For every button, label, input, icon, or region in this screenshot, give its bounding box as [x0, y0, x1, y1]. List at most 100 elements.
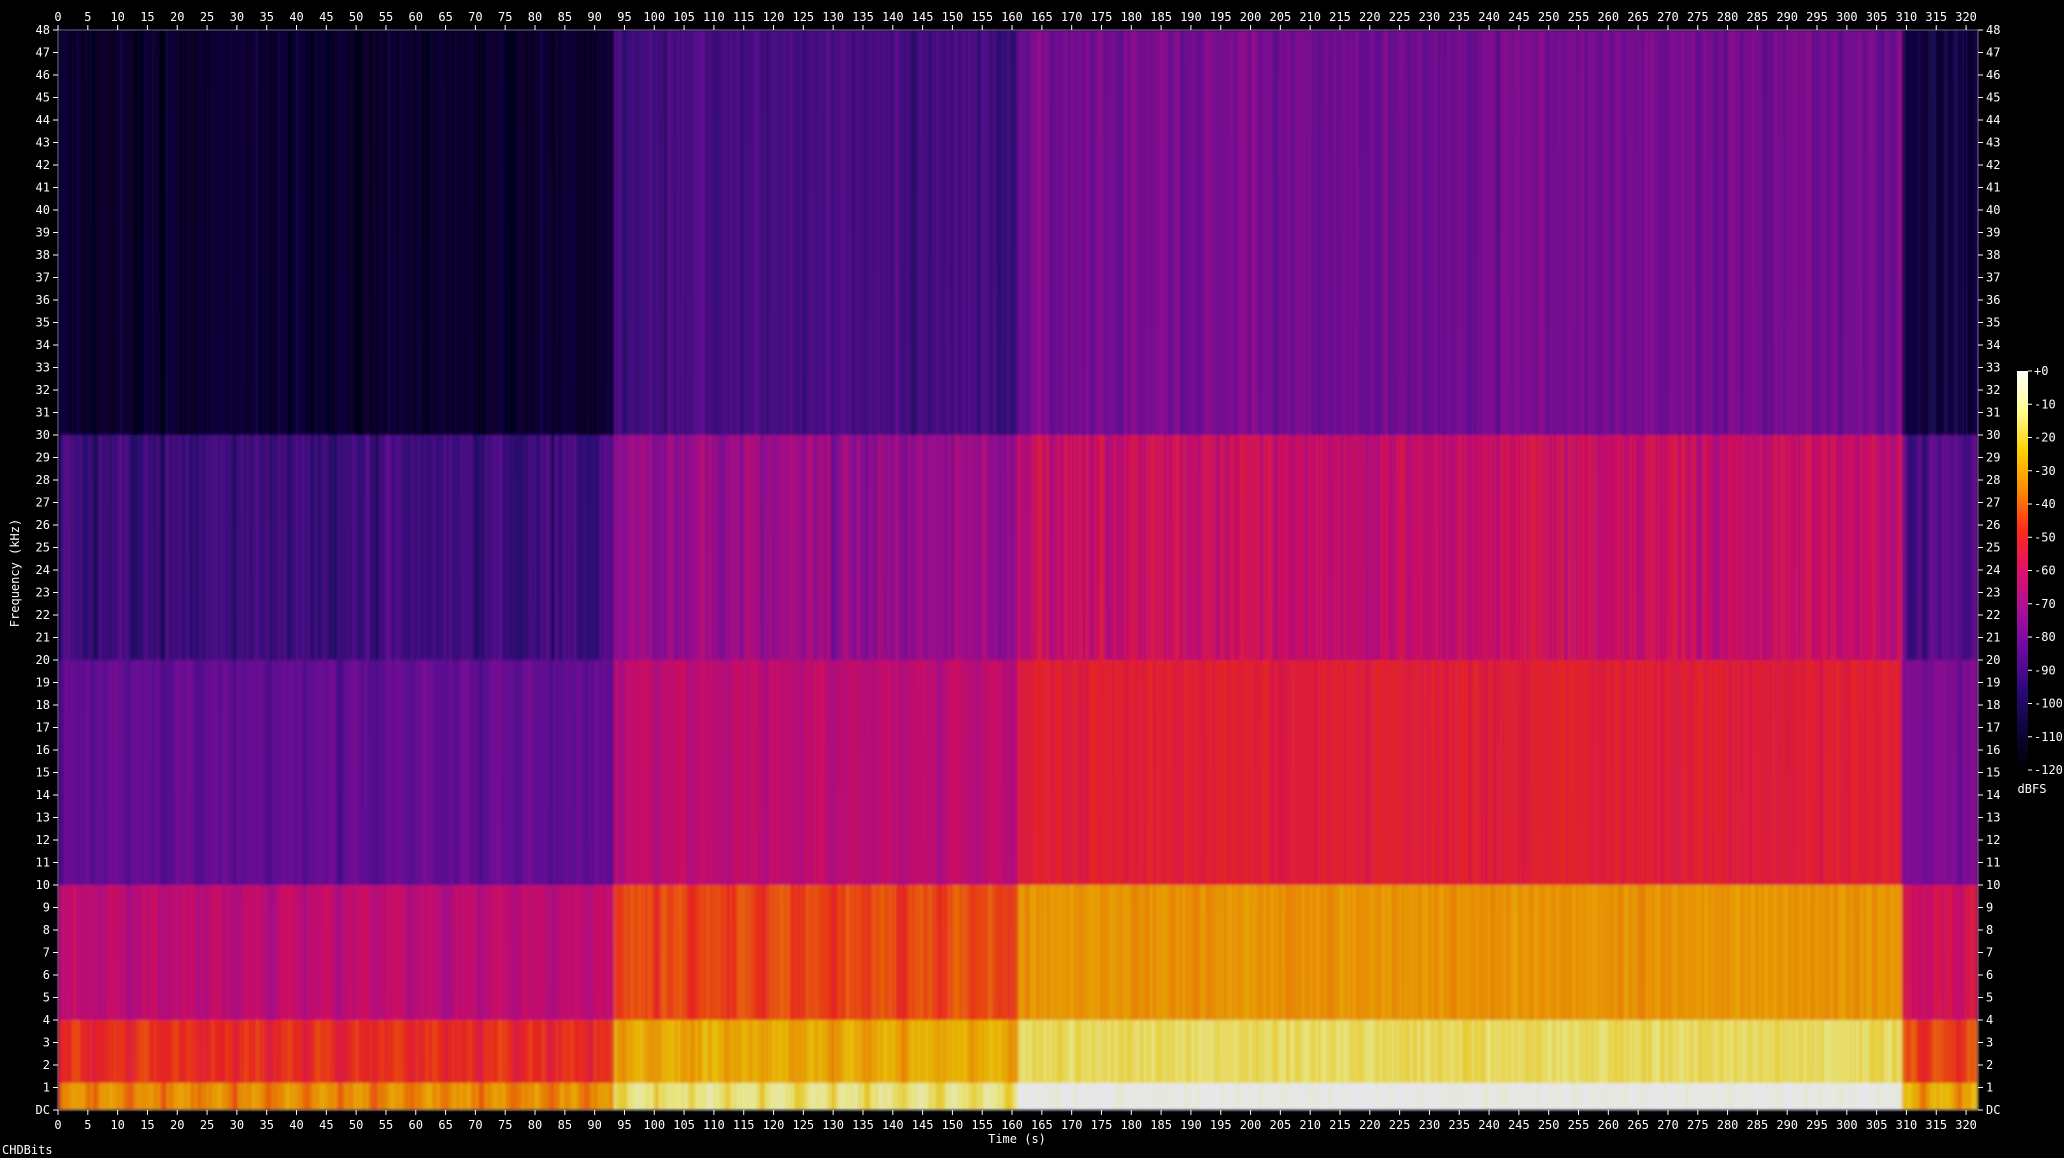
x-axis-title: Time (s): [988, 1132, 1046, 1146]
x-tick-label-bottom: 265: [1627, 1118, 1649, 1132]
x-tick-label-top: 210: [1299, 10, 1321, 24]
x-tick-label-top: 50: [349, 10, 363, 24]
x-tick-label-bottom: 255: [1568, 1118, 1590, 1132]
colorbar-tick-label: -20: [2034, 431, 2056, 445]
x-tick-label-bottom: 315: [1925, 1118, 1947, 1132]
x-tick-label-bottom: 20: [170, 1118, 184, 1132]
x-tick-label-top: 95: [617, 10, 631, 24]
y-tick-label-left: 8: [43, 923, 50, 937]
y-tick-label-left: 23: [36, 586, 50, 600]
x-tick-label-top: 175: [1091, 10, 1113, 24]
x-tick-label-bottom: 200: [1240, 1118, 1262, 1132]
x-tick-label-bottom: 185: [1150, 1118, 1172, 1132]
x-tick-label-bottom: 125: [792, 1118, 814, 1132]
x-tick-label-bottom: 45: [319, 1118, 333, 1132]
y-tick-label-left: 19: [36, 676, 50, 690]
x-tick-label-bottom: 110: [703, 1118, 725, 1132]
x-tick-label-bottom: 210: [1299, 1118, 1321, 1132]
y-tick-label-right: 9: [1986, 901, 1993, 915]
x-tick-label-top: 150: [942, 10, 964, 24]
x-tick-label-top: 25: [200, 10, 214, 24]
x-tick-label-bottom: 220: [1359, 1118, 1381, 1132]
x-axis-top: 0 5 10 15 20 25 30 35 40 45 50 55 60 65 70 75 80 85 90 95 10…: [54, 10, 1977, 30]
x-tick-label-bottom: 85: [558, 1118, 572, 1132]
colorbar-scale: [2017, 371, 2028, 770]
x-tick-label-bottom: 75: [498, 1118, 512, 1132]
x-tick-label-top: 255: [1568, 10, 1590, 24]
x-tick-label-bottom: 25: [200, 1118, 214, 1132]
y-tick-label-left: 1: [43, 1081, 50, 1095]
y-tick-label-left: 12: [36, 833, 50, 847]
y-tick-label-right: 13: [1986, 811, 2000, 825]
y-tick-label-right: 12: [1986, 833, 2000, 847]
y-tick-label-right: 2: [1986, 1058, 1993, 1072]
x-tick-label-top: 110: [703, 10, 725, 24]
y-tick-label-right: 38: [1986, 248, 2000, 262]
colorbar: +0 -10 -20 -30 -40 -50 -60 -70 -80 -90 -100 -110 -12…: [2017, 364, 2063, 777]
x-tick-label-bottom: 310: [1896, 1118, 1918, 1132]
x-tick-label-top: 260: [1597, 10, 1619, 24]
y-tick-label-right: 18: [1986, 698, 2000, 712]
x-tick-label-bottom: 10: [110, 1118, 124, 1132]
y-tick-label-right: 30: [1986, 428, 2000, 442]
x-tick-label-bottom: 225: [1389, 1118, 1411, 1132]
x-tick-label-top: 270: [1657, 10, 1679, 24]
colorbar-tick-label: -80: [2034, 630, 2056, 644]
y-tick-label-right: 36: [1986, 293, 2000, 307]
x-tick-label-top: 10: [110, 10, 124, 24]
x-tick-label-top: 245: [1508, 10, 1530, 24]
x-tick-label-top: 315: [1925, 10, 1947, 24]
x-tick-label-bottom: 160: [1001, 1118, 1023, 1132]
x-tick-label-bottom: 260: [1597, 1118, 1619, 1132]
x-tick-label-bottom: 275: [1687, 1118, 1709, 1132]
x-tick-label-top: 35: [259, 10, 273, 24]
y-tick-label-right: 21: [1986, 631, 2000, 645]
x-tick-label-top: 60: [409, 10, 423, 24]
x-tick-label-bottom: 115: [733, 1118, 755, 1132]
y-tick-label-right: 14: [1986, 788, 2000, 802]
y-tick-label-right: 16: [1986, 743, 2000, 757]
y-tick-label-right: 25: [1986, 541, 2000, 555]
y-tick-label-left: 46: [36, 68, 50, 82]
y-tick-label-left: 31: [36, 406, 50, 420]
y-tick-label-right: 29: [1986, 451, 2000, 465]
x-tick-label-top: 185: [1150, 10, 1172, 24]
x-tick-label-bottom: 15: [140, 1118, 154, 1132]
y-tick-label-left: 25: [36, 541, 50, 555]
y-tick-label-left: 32: [36, 383, 50, 397]
x-tick-label-bottom: 290: [1776, 1118, 1798, 1132]
y-axis-title: Frequency (kHz): [8, 519, 22, 627]
y-tick-label-left: 14: [36, 788, 50, 802]
y-tick-label-left: 5: [43, 991, 50, 1005]
y-tick-label-right: 27: [1986, 496, 2000, 510]
x-tick-label-bottom: 130: [822, 1118, 844, 1132]
x-tick-label-bottom: 295: [1806, 1118, 1828, 1132]
x-tick-label-top: 280: [1717, 10, 1739, 24]
x-tick-label-bottom: 105: [673, 1118, 695, 1132]
y-tick-label-left: 26: [36, 518, 50, 532]
x-tick-label-bottom: 140: [882, 1118, 904, 1132]
y-tick-label-left: 15: [36, 766, 50, 780]
y-tick-label-right: 1: [1986, 1081, 1993, 1095]
x-tick-label-bottom: 50: [349, 1118, 363, 1132]
y-tick-label-right: 43: [1986, 136, 2000, 150]
x-tick-label-top: 310: [1896, 10, 1918, 24]
colorbar-tick-label: -120: [2034, 763, 2063, 777]
x-tick-label-bottom: 280: [1717, 1118, 1739, 1132]
y-tick-label-left: 42: [36, 158, 50, 172]
y-tick-label-left: 10: [36, 878, 50, 892]
x-tick-label-top: 40: [289, 10, 303, 24]
x-axis-bottom: 0 5 10 15 20 25 30 35 40 45 50 55 60 65 70 75 80 85 90 95 10…: [54, 1110, 1977, 1132]
y-tick-label-right: 47: [1986, 46, 2000, 60]
y-tick-label-left: 2: [43, 1058, 50, 1072]
x-tick-label-top: 205: [1270, 10, 1292, 24]
x-tick-label-bottom: 55: [379, 1118, 393, 1132]
y-tick-label-left: 41: [36, 181, 50, 195]
x-tick-label-bottom: 60: [409, 1118, 423, 1132]
y-tick-label-right: 26: [1986, 518, 2000, 532]
y-axis-left: DC12345678910111213141516171819202122232…: [36, 23, 58, 1117]
y-tick-label-left: 34: [36, 338, 50, 352]
y-tick-label-left: 16: [36, 743, 50, 757]
y-tick-label-left: DC: [36, 1103, 50, 1117]
colorbar-tick-label: -40: [2034, 497, 2056, 511]
